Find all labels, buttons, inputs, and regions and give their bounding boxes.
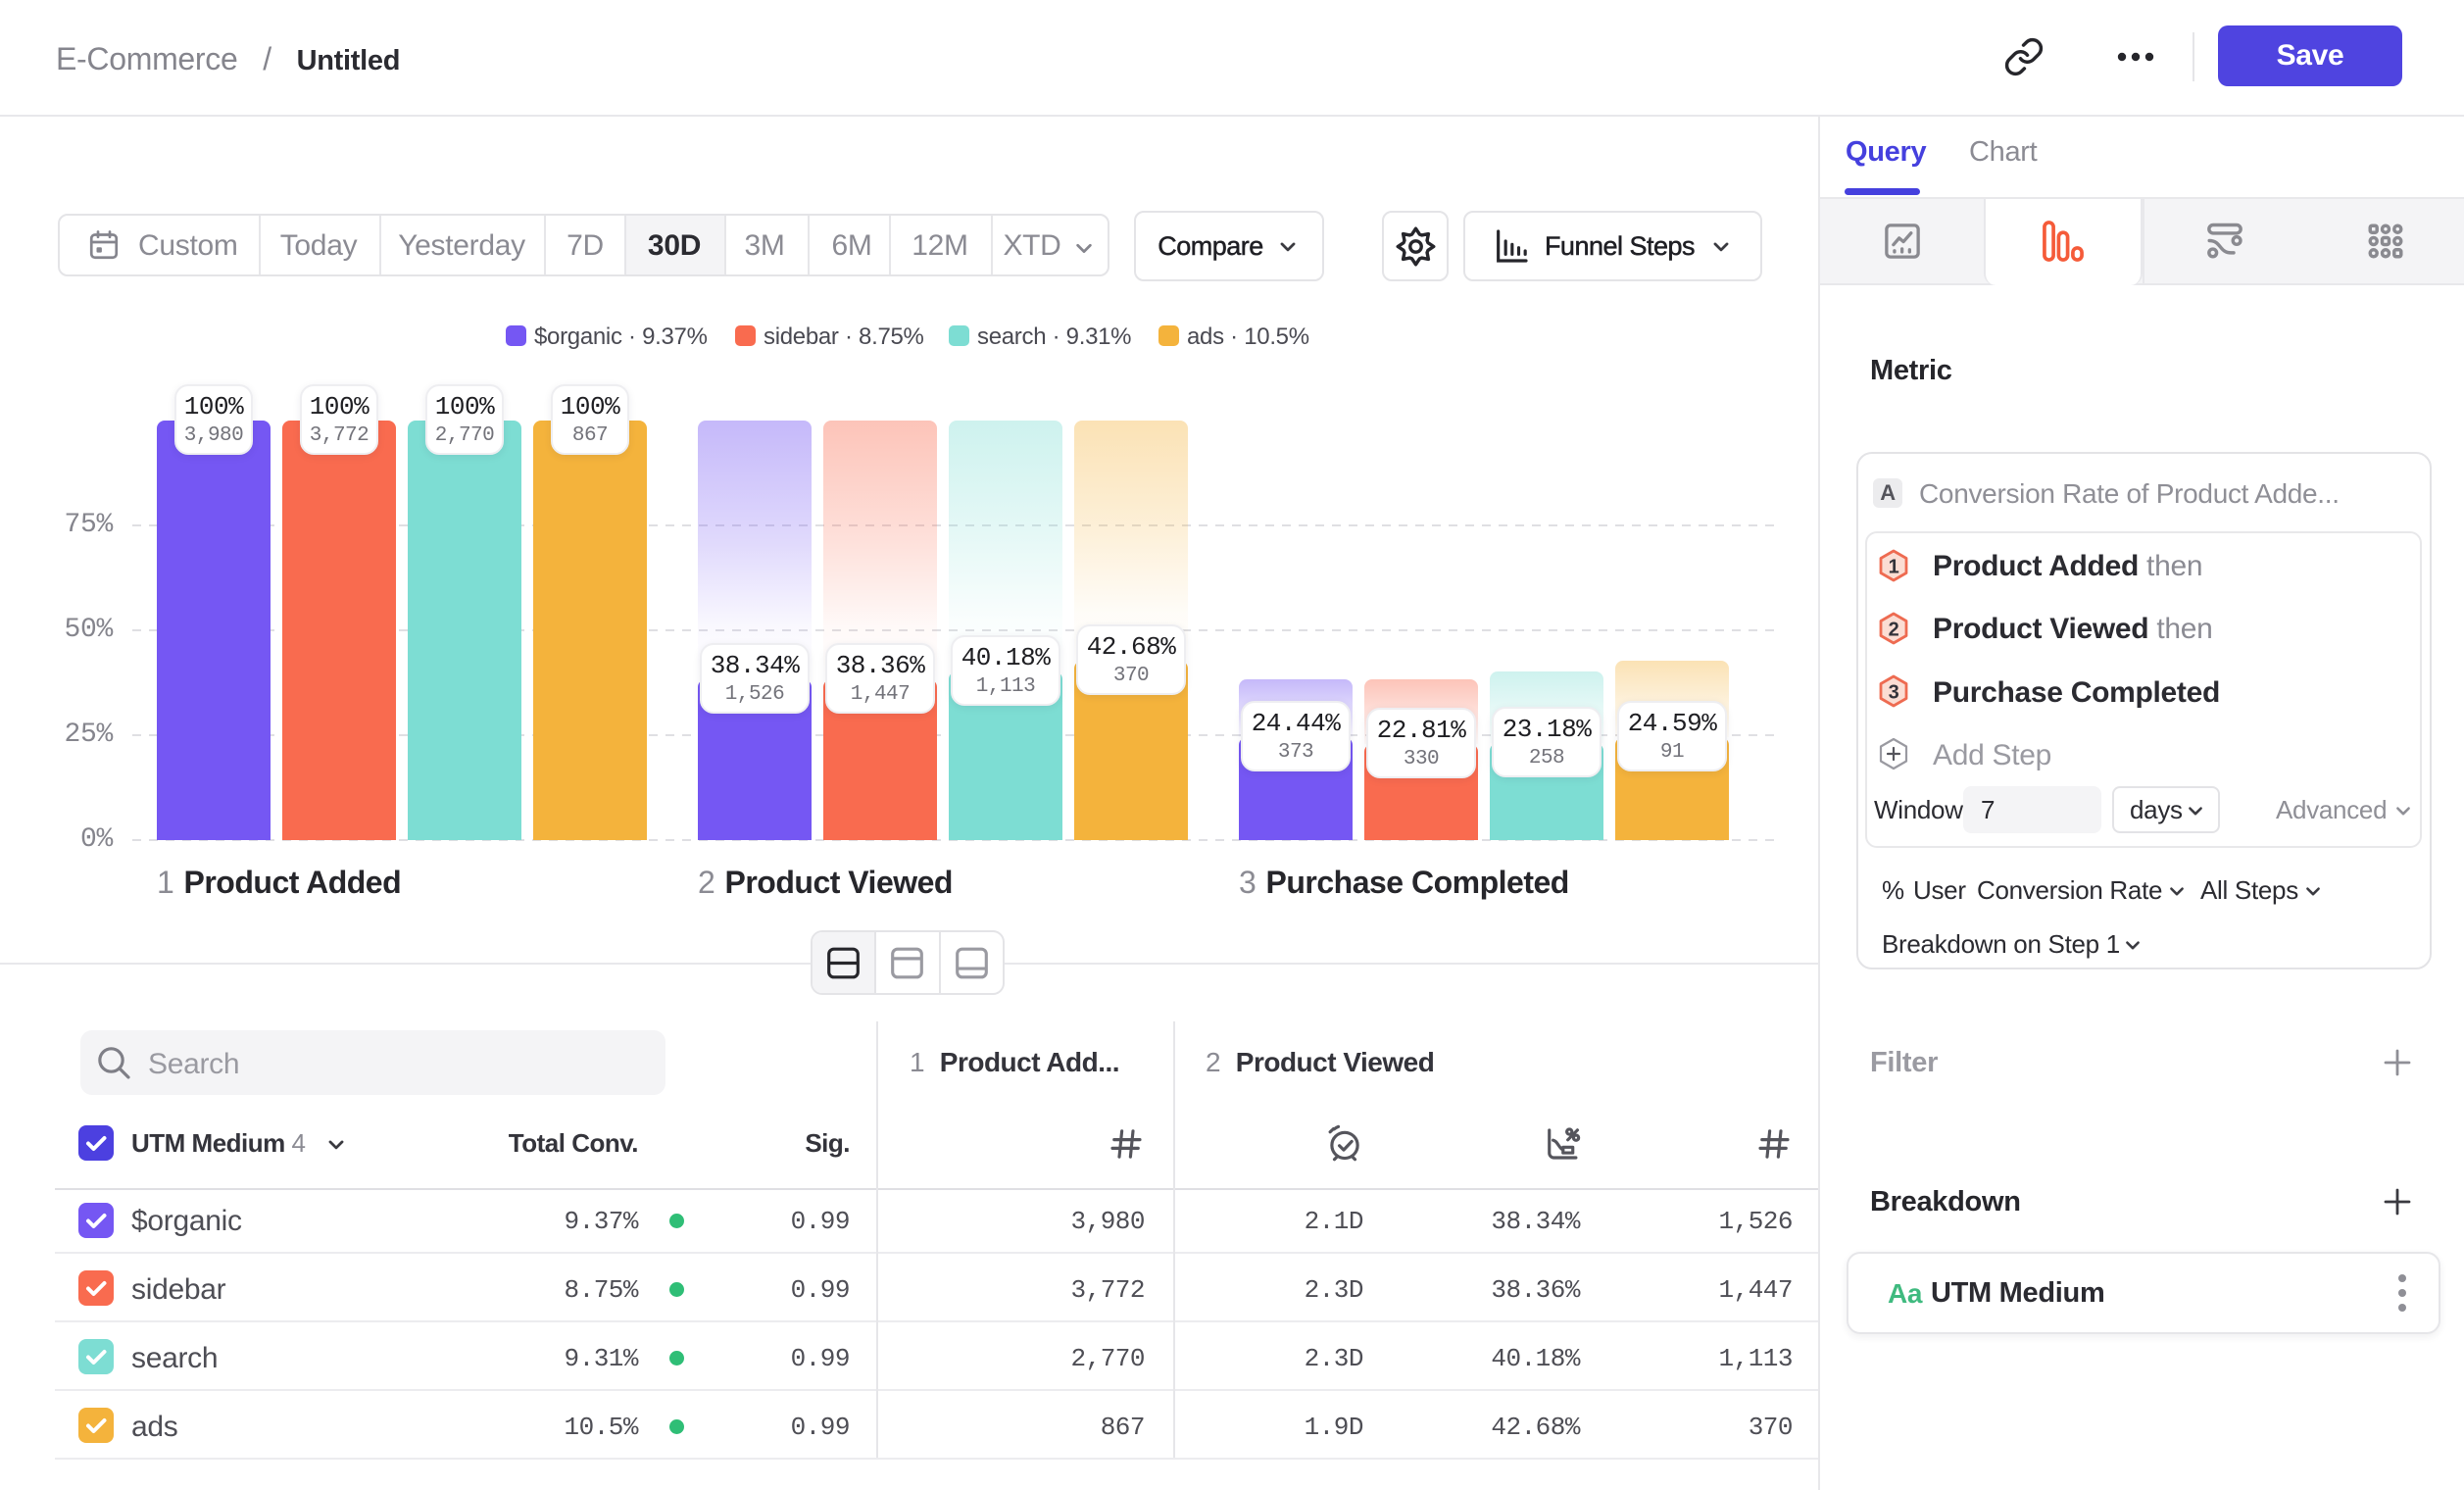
- svg-text:2: 2: [1889, 619, 1899, 640]
- svg-text:1: 1: [1889, 556, 1899, 577]
- svg-text:3: 3: [1889, 681, 1899, 703]
